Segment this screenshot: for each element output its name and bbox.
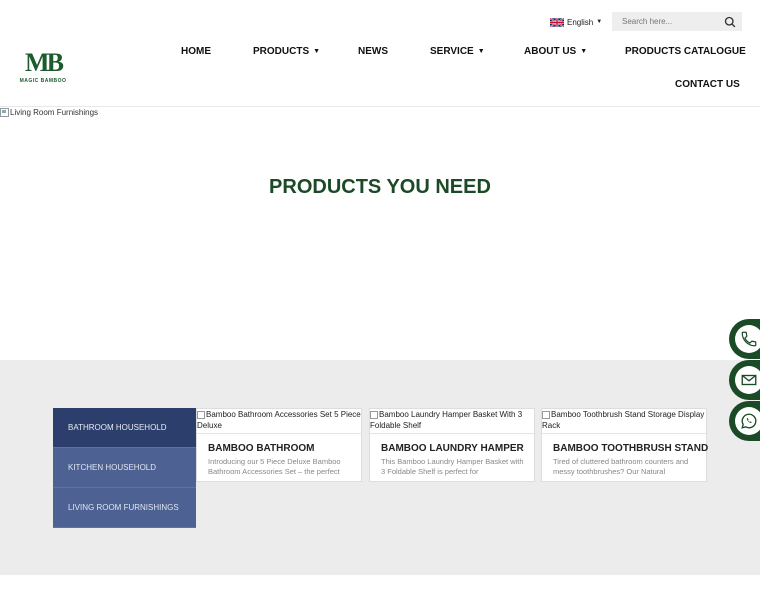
- nav-contact[interactable]: CONTACT US: [675, 79, 740, 90]
- phone-icon: [741, 331, 757, 347]
- product-image-alt: Bamboo Toothbrush Stand Storage Display …: [542, 410, 705, 430]
- product-image-alt: Bamboo Laundry Hamper Basket With 3 Fold…: [370, 410, 523, 430]
- product-title[interactable]: BAMBOO TOOTHBRUSH STAND: [553, 443, 708, 454]
- nav-news[interactable]: NEWS: [358, 46, 388, 57]
- broken-image-icon: [370, 410, 378, 419]
- chevron-down-icon: ▼: [596, 19, 603, 25]
- nav-service-label: SERVICE: [430, 46, 474, 57]
- category-bathroom[interactable]: BATHROOM HOUSEHOLD: [53, 408, 196, 448]
- category-kitchen[interactable]: KITCHEN HOUSEHOLD: [53, 448, 196, 488]
- search-icon[interactable]: [724, 16, 736, 28]
- nav-products-label: PRODUCTS: [253, 46, 310, 57]
- nav-catalogue[interactable]: PRODUCTS CATALOGUE: [625, 46, 746, 57]
- product-description: Tired of cluttered bathroom counters and…: [553, 457, 689, 476]
- product-card[interactable]: Bamboo Laundry Hamper Basket With 3 Fold…: [369, 408, 535, 482]
- nav-news-label: NEWS: [358, 46, 388, 57]
- product-image[interactable]: Bamboo Bathroom Accessories Set 5 Piece …: [197, 409, 361, 434]
- nav-home-label: HOME: [181, 46, 211, 57]
- nav-products[interactable]: PRODUCTS ▼: [253, 46, 320, 57]
- nav-home[interactable]: HOME: [181, 46, 211, 57]
- product-image-alt: Bamboo Bathroom Accessories Set 5 Piece …: [197, 410, 361, 430]
- language-selector[interactable]: English ▼: [550, 15, 602, 29]
- category-living-room[interactable]: LIVING ROOM FURNISHINGS: [53, 488, 196, 528]
- category-list: BATHROOM HOUSEHOLD KITCHEN HOUSEHOLD LIV…: [53, 408, 196, 528]
- header-divider: [0, 106, 760, 107]
- product-card[interactable]: Bamboo Bathroom Accessories Set 5 Piece …: [196, 408, 362, 482]
- uk-flag-icon: [550, 17, 564, 27]
- broken-image-icon: [197, 410, 205, 419]
- search-box: [612, 12, 742, 31]
- product-image[interactable]: Bamboo Laundry Hamper Basket With 3 Fold…: [370, 409, 534, 434]
- product-title[interactable]: BAMBOO LAUNDRY HAMPER: [381, 443, 524, 454]
- banner-alt-text: Living Room Furnishings: [10, 108, 99, 117]
- search-input[interactable]: [612, 17, 720, 26]
- page: MB MAGIC BAMBOO English ▼ HOME PRODUCTS▼…: [0, 0, 760, 600]
- product-title[interactable]: BAMBOO BATHROOM: [208, 443, 314, 454]
- broken-image-icon: [542, 410, 550, 419]
- nav-about[interactable]: ABOUT US ▼: [524, 46, 587, 57]
- banner-image: Living Room Furnishings: [0, 108, 98, 117]
- main-nav: HOME PRODUCTS ▼ NEWS SERVICE ▼ ABOUT US ▼ P…: [0, 46, 760, 60]
- product-card[interactable]: Bamboo Toothbrush Stand Storage Display …: [541, 408, 708, 482]
- mail-icon: [741, 374, 757, 386]
- product-description: Introducing our 5 Piece Deluxe Bamboo Ba…: [208, 457, 341, 476]
- chevron-down-icon: ▼: [313, 48, 321, 55]
- chevron-down-icon: ▼: [580, 48, 588, 55]
- logo-tagline: MAGIC BAMBOO: [19, 78, 67, 84]
- language-label: English: [567, 17, 594, 27]
- product-image[interactable]: Bamboo Toothbrush Stand Storage Display …: [542, 409, 706, 434]
- product-description: This Bamboo Laundry Hamper Basket with 3…: [381, 457, 524, 476]
- chevron-down-icon: ▼: [477, 48, 485, 55]
- floating-phone-button[interactable]: [729, 319, 760, 359]
- nav-catalogue-label: PRODUCTS CATALOGUE: [625, 46, 746, 57]
- broken-image-icon: [0, 108, 9, 117]
- section-title: PRODUCTS YOU NEED: [269, 176, 491, 198]
- nav-about-label: ABOUT US: [524, 46, 577, 57]
- nav-service[interactable]: SERVICE ▼: [430, 46, 485, 57]
- whatsapp-icon: [741, 413, 757, 429]
